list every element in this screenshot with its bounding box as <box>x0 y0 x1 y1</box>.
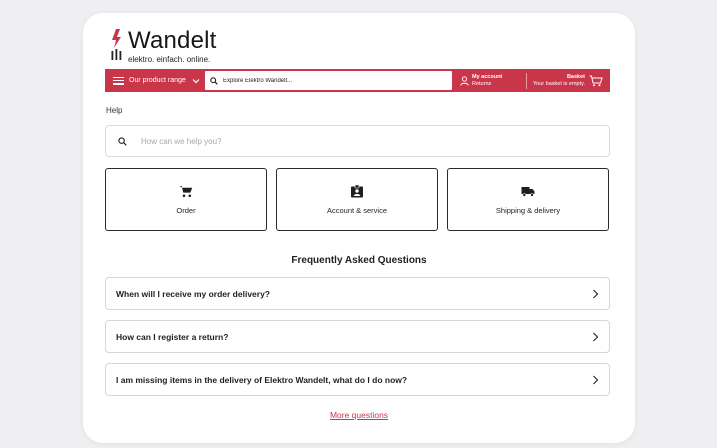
tile-account-service[interactable]: Account & service <box>276 168 438 231</box>
search-icon <box>210 76 218 85</box>
faq-item[interactable]: When will I receive my order delivery? <box>105 277 610 310</box>
basket-status: Your basket is empty. <box>533 80 585 87</box>
chevron-right-icon <box>593 289 599 298</box>
my-account-button[interactable]: My account Returns <box>460 69 524 92</box>
tile-shipping-delivery-label: Shipping & delivery <box>495 205 561 215</box>
product-range-label: Our product range <box>129 77 186 84</box>
help-categories: Order Account & service Shipping & deliv… <box>105 168 610 232</box>
page-card: Wandelt elektro. einfach. online. Our pr… <box>83 13 635 443</box>
truck-icon <box>521 186 535 197</box>
faq-question: How can I register a return? <box>116 331 229 342</box>
tile-order[interactable]: Order <box>105 168 267 231</box>
cart-icon <box>179 185 193 197</box>
faq-question: When will I receive my order delivery? <box>116 288 271 299</box>
my-account-label: My account <box>472 73 503 80</box>
hamburger-icon <box>113 76 124 85</box>
breadcrumb-help[interactable]: Help <box>106 106 122 115</box>
basket-button[interactable]: Basket Your basket is empty. <box>533 74 610 88</box>
brand-name: Wandelt <box>128 27 217 54</box>
cart-icon <box>589 75 603 86</box>
brand-tagline: elektro. einfach. online. <box>128 55 211 64</box>
faq-title: Frequently Asked Questions <box>291 255 427 266</box>
more-questions-link[interactable]: More questions <box>83 410 635 420</box>
faq-item[interactable]: How can I register a return? <box>105 320 610 353</box>
help-search-input[interactable] <box>141 136 541 146</box>
tile-account-service-label: Account & service <box>326 205 388 215</box>
faq-item[interactable]: I am missing items in the delivery of El… <box>105 363 610 396</box>
main-navbar: Our product range My account Returns <box>105 69 610 92</box>
help-search <box>105 125 610 157</box>
tile-shipping-delivery[interactable]: Shipping & delivery <box>447 168 609 231</box>
user-icon <box>460 75 469 86</box>
chevron-down-icon <box>192 78 200 83</box>
chevron-right-icon <box>593 375 599 384</box>
tile-order-label: Order <box>176 205 196 215</box>
chevron-right-icon <box>593 332 599 341</box>
account-badge-icon <box>351 184 363 197</box>
logo-mark-icon <box>111 29 122 60</box>
product-range-button[interactable]: Our product range <box>105 69 205 92</box>
search-icon <box>118 136 127 146</box>
faq-question: I am missing items in the delivery of El… <box>116 374 408 385</box>
navbar-divider <box>526 72 527 89</box>
product-search <box>205 71 452 90</box>
returns-label: Returns <box>472 80 492 87</box>
basket-label: Basket <box>566 73 585 80</box>
product-search-input[interactable] <box>223 77 443 84</box>
